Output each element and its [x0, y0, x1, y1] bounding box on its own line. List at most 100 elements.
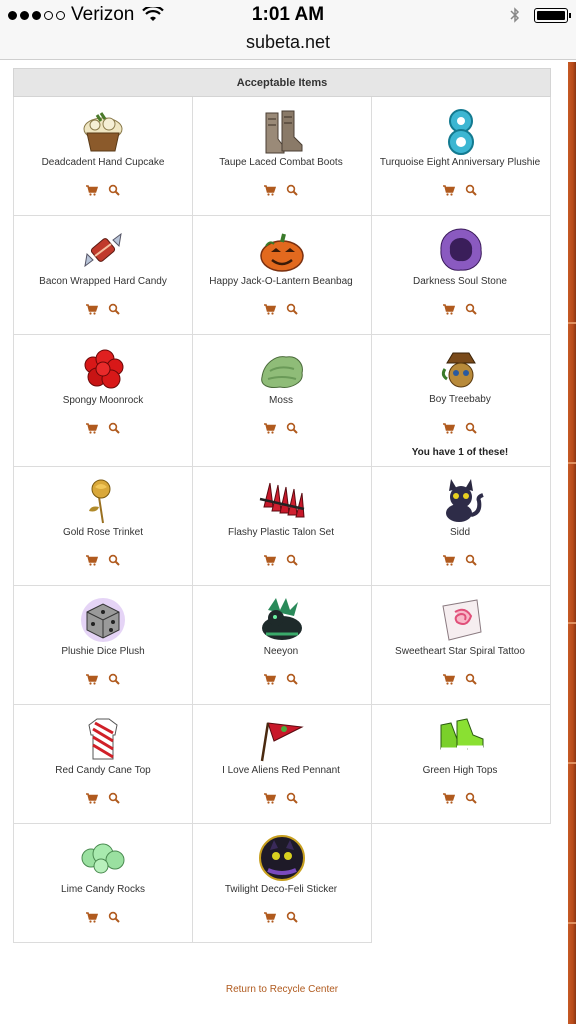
cart-icon[interactable]	[264, 791, 276, 809]
moonrock-icon[interactable]	[79, 345, 127, 393]
search-icon[interactable]	[108, 183, 120, 201]
item-actions	[14, 672, 192, 690]
sticker-icon[interactable]	[258, 834, 306, 882]
item-cell: Flashy Plastic Talon Set	[192, 467, 372, 586]
item-name: Lime Candy Rocks	[61, 884, 145, 895]
strip-tick	[568, 922, 576, 924]
items-grid: Deadcadent Hand Cupcake Taupe Laced Comba…	[13, 97, 551, 943]
candy-icon[interactable]	[79, 226, 127, 274]
item-cell: I Love Aliens Red Pennant	[192, 705, 372, 824]
item-actions	[14, 791, 192, 809]
shirt-icon[interactable]	[79, 715, 127, 763]
item-name: Red Candy Cane Top	[55, 765, 151, 776]
cart-icon[interactable]	[86, 421, 98, 439]
item-cell: Boy Treebaby You have 1 of these!	[371, 335, 551, 467]
rose-icon[interactable]	[79, 477, 127, 525]
candy-rocks-icon[interactable]	[79, 834, 127, 882]
search-icon[interactable]	[465, 302, 477, 320]
item-name: Moss	[269, 395, 293, 406]
item-cell: Plushie Dice Plush	[13, 586, 193, 705]
item-name: Taupe Laced Combat Boots	[219, 157, 343, 168]
cart-icon[interactable]	[443, 183, 455, 201]
search-icon[interactable]	[465, 553, 477, 571]
cart-icon[interactable]	[264, 302, 276, 320]
search-icon[interactable]	[465, 183, 477, 201]
pumpkin-icon[interactable]	[258, 226, 306, 274]
item-actions	[192, 421, 370, 439]
item-actions	[371, 791, 549, 809]
item-actions	[192, 553, 370, 571]
item-actions	[14, 910, 192, 928]
cart-icon[interactable]	[443, 302, 455, 320]
moss-icon[interactable]	[258, 345, 306, 393]
cart-icon[interactable]	[264, 910, 276, 928]
pennant-icon[interactable]	[258, 715, 306, 763]
cupcake-icon[interactable]	[79, 107, 127, 155]
cart-icon[interactable]	[264, 183, 276, 201]
item-cell: Darkness Soul Stone	[371, 216, 551, 335]
status-right	[510, 6, 571, 24]
cart-icon[interactable]	[264, 421, 276, 439]
cart-icon[interactable]	[86, 302, 98, 320]
item-actions	[14, 183, 192, 201]
item-actions	[192, 302, 370, 320]
cart-icon[interactable]	[443, 672, 455, 690]
talons-icon[interactable]	[258, 477, 306, 525]
cart-icon[interactable]	[86, 791, 98, 809]
item-actions	[371, 421, 549, 439]
panel-header: Acceptable Items	[13, 68, 551, 97]
cart-icon[interactable]	[264, 672, 276, 690]
search-icon[interactable]	[108, 421, 120, 439]
owned-note: You have 1 of these!	[411, 447, 509, 458]
search-icon[interactable]	[108, 672, 120, 690]
boots-icon[interactable]	[258, 107, 306, 155]
creature-icon[interactable]	[258, 596, 306, 644]
item-actions	[371, 553, 549, 571]
item-cell: Green High Tops	[371, 705, 551, 824]
soul-stone-icon[interactable]	[437, 226, 485, 274]
cart-icon[interactable]	[443, 421, 455, 439]
search-icon[interactable]	[465, 672, 477, 690]
treebaby-icon[interactable]	[437, 349, 485, 397]
cart-icon[interactable]	[86, 183, 98, 201]
search-icon[interactable]	[286, 421, 298, 439]
tattoo-icon[interactable]	[437, 596, 485, 644]
search-icon[interactable]	[108, 910, 120, 928]
search-icon[interactable]	[286, 302, 298, 320]
item-name: Flashy Plastic Talon Set	[228, 527, 334, 538]
search-icon[interactable]	[108, 553, 120, 571]
search-icon[interactable]	[108, 302, 120, 320]
cart-icon[interactable]	[443, 553, 455, 571]
search-icon[interactable]	[465, 791, 477, 809]
search-icon[interactable]	[108, 791, 120, 809]
item-actions	[371, 183, 549, 201]
strip-tick	[568, 322, 576, 324]
url-bar[interactable]: subeta.net	[0, 30, 576, 60]
sneakers-icon[interactable]	[437, 715, 485, 763]
battery-icon	[534, 7, 571, 23]
cart-icon[interactable]	[443, 791, 455, 809]
dice-icon[interactable]	[79, 596, 127, 644]
search-icon[interactable]	[286, 672, 298, 690]
cart-icon[interactable]	[86, 553, 98, 571]
search-icon[interactable]	[465, 421, 477, 439]
item-cell: Gold Rose Trinket	[13, 467, 193, 586]
item-cell: Sweetheart Star Spiral Tattoo	[371, 586, 551, 705]
status-time: 1:01 AM	[251, 4, 325, 25]
cart-icon[interactable]	[264, 553, 276, 571]
search-icon[interactable]	[286, 183, 298, 201]
strip-tick	[568, 622, 576, 624]
item-name: Happy Jack-O-Lantern Beanbag	[209, 276, 353, 287]
cat-icon[interactable]	[437, 477, 485, 525]
cart-icon[interactable]	[86, 672, 98, 690]
item-name: Sidd	[449, 527, 470, 538]
search-icon[interactable]	[286, 791, 298, 809]
search-icon[interactable]	[286, 553, 298, 571]
search-icon[interactable]	[286, 910, 298, 928]
item-name: Plushie Dice Plush	[61, 646, 145, 657]
item-name: Spongy Moonrock	[62, 395, 144, 406]
eight-plushie-icon[interactable]	[437, 107, 485, 155]
return-to-recycle-center-link[interactable]: Return to Recycle Center	[0, 984, 564, 995]
item-name: Bacon Wrapped Hard Candy	[39, 276, 167, 287]
cart-icon[interactable]	[86, 910, 98, 928]
